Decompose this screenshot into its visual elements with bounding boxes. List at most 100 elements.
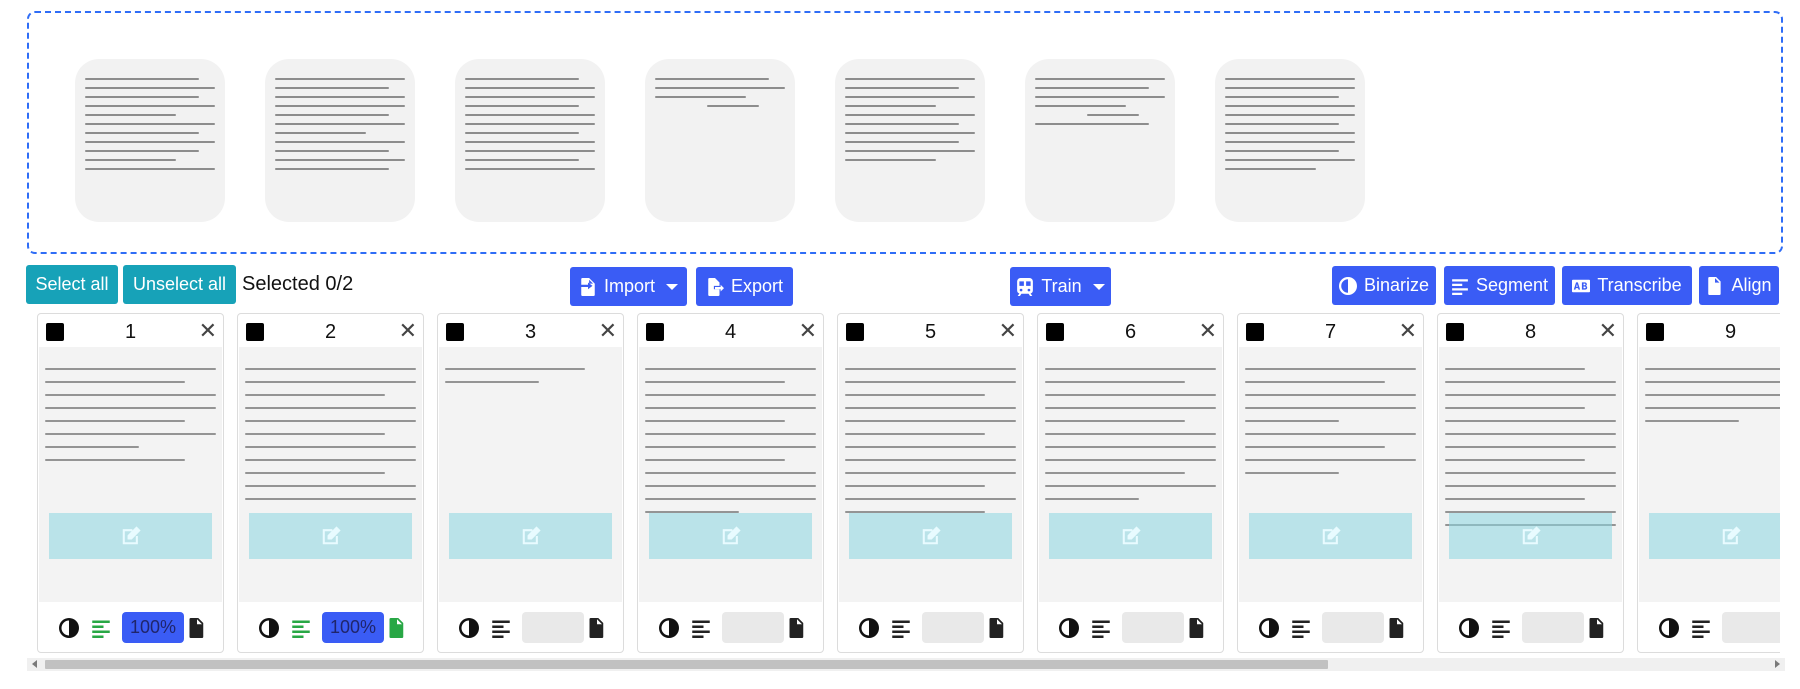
edit-icon <box>1122 526 1141 545</box>
edit-icon <box>522 526 541 545</box>
card-toolbar <box>1638 602 1780 654</box>
close-icon[interactable]: ✕ <box>1599 318 1617 344</box>
page-thumbnail[interactable] <box>1439 347 1622 602</box>
document-part-card[interactable]: 4 ✕ <box>637 313 824 653</box>
edit-icon <box>1522 526 1541 545</box>
align-left-icon[interactable] <box>290 617 312 639</box>
align-left-icon[interactable] <box>1690 617 1712 639</box>
page-thumbnail[interactable] <box>439 347 622 602</box>
align-left-icon[interactable] <box>1290 617 1312 639</box>
file-icon[interactable] <box>386 617 408 639</box>
half-circle-icon[interactable] <box>1658 617 1680 639</box>
edit-overlay[interactable] <box>649 513 812 559</box>
transcribe-label: Transcribe <box>1597 275 1682 295</box>
file-icon[interactable] <box>1386 617 1408 639</box>
edit-icon <box>1322 526 1341 545</box>
edit-overlay[interactable] <box>1649 513 1780 559</box>
align-label: Align <box>1731 275 1772 295</box>
document-parts-list: 1✕100%2✕100%3✕4✕5✕6✕7✕8✕9✕ <box>27 313 1780 656</box>
scrollbar-thumb[interactable] <box>45 660 1328 669</box>
transcription-progress: 100% <box>122 612 184 643</box>
edit-overlay[interactable] <box>1049 513 1212 559</box>
part-number: 7 <box>1324 321 1337 343</box>
binarize-button[interactable]: Binarize <box>1332 266 1436 305</box>
edit-overlay[interactable] <box>849 513 1012 559</box>
page-thumbnail[interactable] <box>239 347 422 602</box>
file-icon[interactable] <box>1586 617 1608 639</box>
close-icon[interactable]: ✕ <box>1199 318 1217 344</box>
close-icon[interactable]: ✕ <box>799 318 817 344</box>
page-thumbnail[interactable] <box>639 347 822 602</box>
edit-icon <box>1722 526 1741 545</box>
half-circle-icon[interactable] <box>658 617 680 639</box>
upload-preview <box>1025 59 1175 222</box>
export-button[interactable]: Export <box>696 267 793 306</box>
close-icon[interactable]: ✕ <box>199 318 217 344</box>
page-thumbnail[interactable] <box>839 347 1022 602</box>
half-circle-icon[interactable] <box>858 617 880 639</box>
file-icon[interactable] <box>986 617 1008 639</box>
card-toolbar <box>1238 602 1423 654</box>
page-thumbnail[interactable] <box>39 347 222 602</box>
document-part-card[interactable]: 8 ✕ <box>1437 313 1624 653</box>
align-left-icon <box>1452 278 1468 295</box>
document-part-card[interactable]: 2 ✕ 100% <box>237 313 424 653</box>
document-part-card[interactable]: 7 ✕ <box>1237 313 1424 653</box>
document-part-card[interactable]: 9✕ <box>1637 313 1780 653</box>
transcribe-button[interactable]: Transcribe <box>1562 266 1692 305</box>
half-circle-icon[interactable] <box>1458 617 1480 639</box>
upload-preview <box>645 59 795 222</box>
scroll-left-arrow[interactable] <box>32 660 37 668</box>
close-icon[interactable]: ✕ <box>999 318 1017 344</box>
page-thumbnail[interactable] <box>1239 347 1422 602</box>
half-circle-icon[interactable] <box>458 617 480 639</box>
align-left-icon[interactable] <box>490 617 512 639</box>
align-left-icon[interactable] <box>690 617 712 639</box>
align-left-icon[interactable] <box>1090 617 1112 639</box>
part-number: 4 <box>724 321 737 343</box>
half-circle-icon <box>1338 276 1357 295</box>
file-icon[interactable] <box>786 617 808 639</box>
horizontal-scrollbar[interactable] <box>27 658 1785 671</box>
upload-dropzone[interactable] <box>27 11 1783 254</box>
scroll-right-arrow[interactable] <box>1775 660 1780 668</box>
transcription-progress <box>1122 612 1184 643</box>
file-icon[interactable] <box>186 617 208 639</box>
align-left-icon[interactable] <box>1490 617 1512 639</box>
close-icon[interactable]: ✕ <box>599 318 617 344</box>
edit-overlay[interactable] <box>449 513 612 559</box>
edit-overlay[interactable] <box>1249 513 1412 559</box>
file-export-icon <box>708 277 724 296</box>
half-circle-icon[interactable] <box>258 617 280 639</box>
align-button[interactable]: Align <box>1699 266 1779 305</box>
file-icon[interactable] <box>586 617 608 639</box>
edit-overlay[interactable] <box>249 513 412 559</box>
align-left-icon[interactable] <box>890 617 912 639</box>
document-part-card[interactable]: 6 ✕ <box>1037 313 1224 653</box>
import-dropdown-button[interactable]: Import <box>570 267 687 306</box>
edit-overlay[interactable] <box>49 513 212 559</box>
align-left-icon[interactable] <box>90 617 112 639</box>
edit-overlay[interactable] <box>1449 513 1612 559</box>
chevron-down-icon <box>666 283 678 290</box>
file-icon[interactable] <box>1186 617 1208 639</box>
upload-preview <box>835 59 985 222</box>
page-thumbnail[interactable] <box>1039 347 1222 602</box>
transcription-progress <box>722 612 784 643</box>
page-thumbnail[interactable] <box>1639 347 1780 602</box>
close-icon[interactable]: ✕ <box>399 318 417 344</box>
unselect-all-button[interactable]: Unselect all <box>123 265 236 304</box>
select-all-button[interactable]: Select all <box>26 265 118 304</box>
document-part-card[interactable]: 1 ✕ 100% <box>37 313 224 653</box>
document-part-card[interactable]: 5 ✕ <box>837 313 1024 653</box>
train-dropdown-button[interactable]: Train <box>1010 267 1111 306</box>
document-part-card[interactable]: 3 ✕ <box>437 313 624 653</box>
half-circle-icon[interactable] <box>1058 617 1080 639</box>
transcription-progress <box>1522 612 1584 643</box>
half-circle-icon[interactable] <box>1258 617 1280 639</box>
segment-button[interactable]: Segment <box>1444 266 1555 305</box>
part-number: 8 <box>1524 321 1537 343</box>
close-icon[interactable]: ✕ <box>1399 318 1417 344</box>
half-circle-icon[interactable] <box>58 617 80 639</box>
edit-icon <box>722 526 741 545</box>
